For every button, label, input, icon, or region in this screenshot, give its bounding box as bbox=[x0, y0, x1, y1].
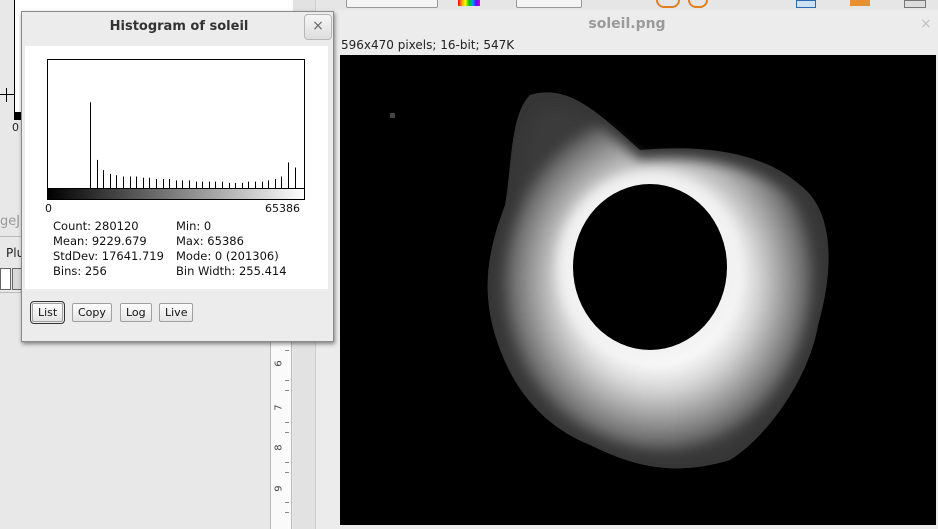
histogram-panel: 0 65386 Count: 280120 Mean: 9229.679 Std… bbox=[25, 46, 328, 289]
solar-eclipse-image bbox=[390, 92, 829, 469]
histogram-close-button[interactable]: × bbox=[304, 14, 332, 40]
image-speck bbox=[390, 113, 395, 118]
stat-mean: Mean: 9229.679 bbox=[53, 234, 147, 248]
background-zero-label: 0 bbox=[12, 121, 19, 134]
divider bbox=[0, 236, 22, 237]
close-icon: × bbox=[312, 18, 324, 34]
image-window-title: soleil.png bbox=[588, 16, 666, 32]
log-button[interactable]: Log bbox=[120, 303, 152, 322]
export-icon[interactable] bbox=[796, 0, 816, 8]
histogram-plot bbox=[47, 59, 305, 189]
redo-icon[interactable] bbox=[688, 0, 708, 8]
toolbar-dropdown[interactable] bbox=[346, 0, 438, 8]
vertical-ruler: 6 7 8 9 bbox=[270, 330, 292, 529]
stat-stddev: StdDev: 17641.719 bbox=[53, 249, 164, 263]
stat-max: Max: 65386 bbox=[176, 234, 244, 248]
ruler-number: 7 bbox=[273, 404, 285, 411]
histogram-x-max-label: 65386 bbox=[265, 202, 300, 215]
open-folder-icon[interactable] bbox=[850, 0, 870, 6]
histogram-dialog[interactable]: Histogram of soleil × 0 65386 Count: 280… bbox=[21, 11, 334, 342]
list-button[interactable]: List bbox=[29, 301, 66, 324]
stat-min: Min: 0 bbox=[176, 219, 212, 233]
live-button[interactable]: Live bbox=[159, 303, 194, 322]
histogram-bars bbox=[90, 102, 296, 188]
histogram-x-min-label: 0 bbox=[45, 202, 52, 215]
image-canvas[interactable] bbox=[340, 55, 936, 525]
ruler-number: 6 bbox=[273, 360, 285, 367]
background-window-title-fragment: geJ bbox=[0, 214, 20, 229]
crosshair-cursor-icon bbox=[0, 88, 14, 102]
image-toolbar bbox=[316, 0, 938, 10]
stat-count: Count: 280120 bbox=[53, 219, 139, 233]
copy-button[interactable]: Copy bbox=[72, 303, 112, 322]
ruler-number: 8 bbox=[273, 444, 285, 451]
stat-bin-width: Bin Width: 255.414 bbox=[176, 264, 287, 278]
undo-icon[interactable] bbox=[656, 0, 680, 8]
histogram-grayscale-ramp bbox=[47, 188, 305, 200]
color-picker-icon[interactable] bbox=[458, 0, 480, 6]
moon-disk bbox=[573, 184, 727, 350]
image-info-label: 596x470 pixels; 16-bit; 547K bbox=[341, 38, 515, 52]
stat-mode: Mode: 0 (201306) bbox=[176, 249, 279, 263]
image-window[interactable]: soleil.png × 596x470 pixels; 16-bit; 547… bbox=[316, 0, 938, 529]
stat-bins: Bins: 256 bbox=[53, 264, 107, 278]
toolbar-tool-button[interactable] bbox=[0, 268, 11, 290]
image-window-close-button[interactable]: × bbox=[920, 16, 932, 32]
divider bbox=[0, 292, 22, 293]
save-icon[interactable] bbox=[904, 0, 926, 8]
ruler-number: 9 bbox=[273, 485, 285, 492]
toolbar-spinbox[interactable] bbox=[516, 0, 582, 8]
histogram-dialog-title: Histogram of soleil bbox=[109, 19, 249, 34]
